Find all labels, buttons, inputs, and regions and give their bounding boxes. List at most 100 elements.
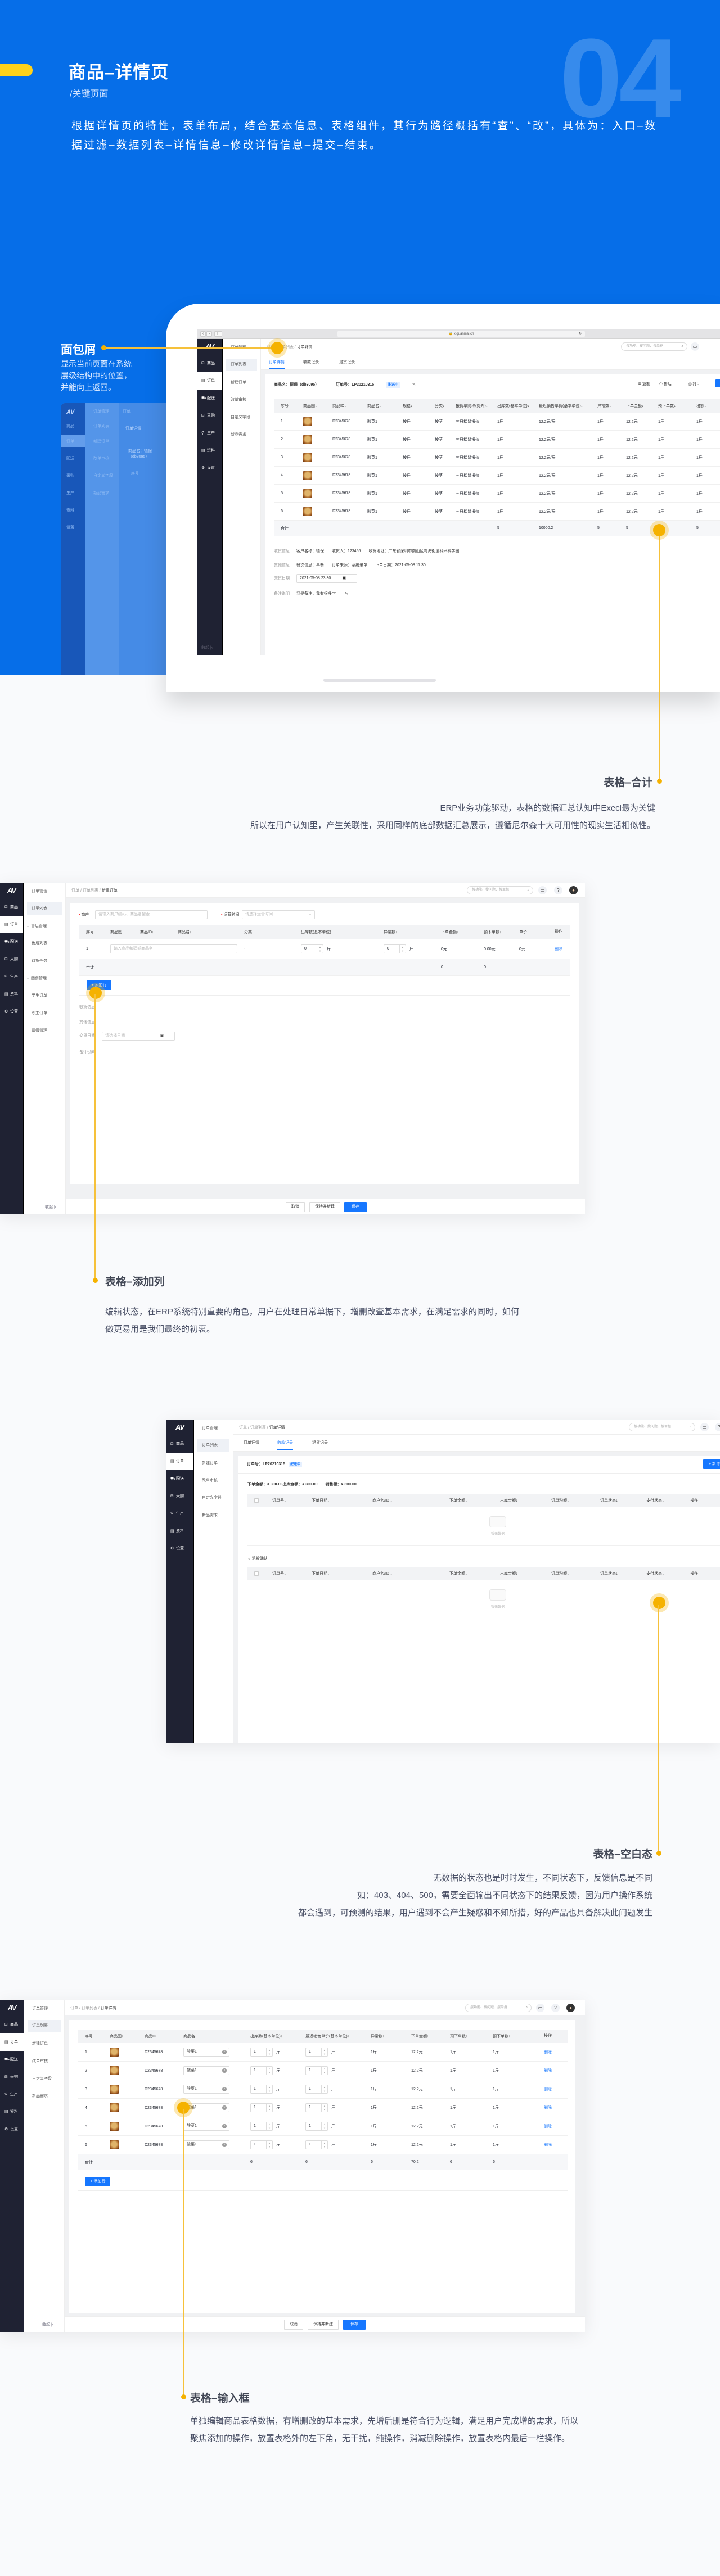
subnav-item[interactable]: 新品需求 bbox=[194, 1507, 233, 1524]
quantity-stepper[interactable]: 1 ▲ ▼ 斤 bbox=[250, 2103, 280, 2112]
avatar[interactable]: ● bbox=[566, 2004, 575, 2012]
tab-order-detail[interactable]: 订单详情 bbox=[269, 359, 285, 369]
stepper-arrows-icon[interactable]: ▲ ▼ bbox=[266, 2141, 272, 2149]
column-header[interactable]: 单价↓ bbox=[519, 929, 544, 935]
column-header[interactable]: 下单日期↓ bbox=[312, 1571, 372, 1576]
column-header[interactable]: 操作 bbox=[544, 925, 577, 939]
stepper-arrows-icon[interactable]: ▲ ▼ bbox=[266, 2085, 272, 2093]
quantity-stepper[interactable]: 1 ▲ ▼ 斤 bbox=[305, 2140, 335, 2149]
nav-item-5[interactable]: ▤ 资料 bbox=[0, 2103, 24, 2121]
breadcrumb-link[interactable]: 订单列表 bbox=[250, 1426, 266, 1430]
subnav-item[interactable]: 新品需求 bbox=[24, 2087, 64, 2105]
clear-icon[interactable]: × bbox=[222, 2087, 227, 2091]
quantity-stepper[interactable]: 1 ▲ ▼ 斤 bbox=[305, 2085, 335, 2094]
quantity-stepper[interactable]: 1 ▲ ▼ 斤 bbox=[250, 2048, 280, 2057]
subnav-item[interactable]: 售后列表 bbox=[24, 935, 65, 952]
column-header[interactable]: 商品图↓ bbox=[303, 403, 332, 409]
help-icon[interactable]: ? bbox=[551, 2004, 560, 2012]
product-name-input[interactable]: 酸菜1 × bbox=[183, 2066, 230, 2075]
clear-icon[interactable]: × bbox=[222, 2143, 227, 2147]
column-header[interactable]: 下单金额↓ bbox=[449, 1498, 500, 1503]
message-icon[interactable]: ▭ bbox=[691, 342, 699, 351]
column-header[interactable]: 订单号↓ bbox=[272, 1498, 312, 1503]
column-header[interactable]: 下单金额↓ bbox=[441, 929, 484, 935]
tab-payment-records[interactable]: 收款记录 bbox=[303, 359, 319, 365]
subnav-item[interactable]: 改单审核 bbox=[194, 1472, 233, 1489]
save-and-new-button[interactable]: 保持并新建 bbox=[308, 2320, 339, 2330]
nav-item-4[interactable]: ⚲ 生产 bbox=[0, 2086, 24, 2103]
quantity-stepper[interactable]: 1 ▲ ▼ 斤 bbox=[305, 2103, 335, 2112]
column-header[interactable]: 商品ID↓ bbox=[140, 929, 178, 935]
quantity-stepper[interactable]: 0 ▲ ▼ 斤 bbox=[384, 944, 413, 953]
breadcrumb-link[interactable]: 订单 bbox=[70, 2006, 78, 2010]
nav-item-2[interactable]: ⛟配送 bbox=[0, 2051, 24, 2068]
column-header[interactable]: 订单状态↓ bbox=[600, 1498, 646, 1503]
select-all-checkbox[interactable] bbox=[254, 1571, 259, 1576]
column-header[interactable]: 订单号↓ bbox=[272, 1571, 312, 1576]
column-header[interactable]: 预下单数↓ bbox=[658, 403, 696, 409]
nav-item-2[interactable]: ⛟配送 bbox=[0, 933, 23, 951]
column-header[interactable]: 操作 bbox=[530, 2030, 575, 2043]
column-header[interactable]: 报价单简称(对外)↓ bbox=[456, 403, 497, 409]
product-name-input[interactable]: 酸菜1 × bbox=[183, 2103, 230, 2112]
subnav-item[interactable]: 订单列表 bbox=[27, 902, 62, 915]
nav-item-0[interactable]: ⊡ 商品 bbox=[166, 1435, 194, 1453]
forward-icon[interactable]: › bbox=[206, 331, 212, 337]
tab-order-detail[interactable]: 订单详情 bbox=[244, 1440, 259, 1445]
aftersale-button[interactable]: ◠ 售后 bbox=[659, 382, 672, 386]
quantity-stepper[interactable]: 1 ▲ ▼ 斤 bbox=[250, 2085, 280, 2094]
subnav-item[interactable]: 改单审核 bbox=[24, 2053, 64, 2070]
nav-item-0[interactable]: ⊡ 商品 bbox=[0, 898, 23, 916]
copy-button[interactable]: ⧉ 复制 bbox=[638, 382, 650, 386]
column-header[interactable]: 商品名↓ bbox=[178, 929, 244, 935]
column-header[interactable]: 商品名↓ bbox=[183, 2033, 250, 2039]
nav-item-2[interactable]: ⛟配送 bbox=[197, 390, 222, 407]
column-header[interactable]: 下单金额↓ bbox=[626, 403, 658, 409]
breadcrumb-link[interactable]: 订单 bbox=[239, 1426, 247, 1430]
print-button[interactable]: ⎙ 打印 bbox=[688, 382, 701, 386]
column-header[interactable]: 序号 bbox=[86, 929, 110, 935]
column-header[interactable]: 规格↓ bbox=[403, 403, 435, 409]
help-icon[interactable]: ? bbox=[554, 886, 562, 894]
nav-item-6[interactable]: ⚙ 设置 bbox=[197, 459, 222, 477]
search-input[interactable]: 搜功能、搜问题、搜单据 ⌕ bbox=[467, 886, 533, 894]
subnav-item[interactable]: 订单列表 bbox=[197, 1439, 230, 1452]
column-header[interactable]: 最近销售单价(基本单位)↓ bbox=[305, 2033, 371, 2039]
select-all-checkbox[interactable] bbox=[254, 1498, 259, 1503]
back-icon[interactable]: ‹ bbox=[200, 331, 206, 337]
subnav-item[interactable]: 新建订单 bbox=[24, 2035, 64, 2053]
address-bar[interactable]: 🔒 x.guanmai.cn ↻ bbox=[338, 331, 585, 337]
nav-item-6[interactable]: ⚙ 设置 bbox=[166, 1540, 194, 1557]
column-header[interactable]: 预下单数↓ bbox=[450, 2033, 493, 2039]
column-header[interactable]: 出库数(基本单位)↓ bbox=[301, 929, 384, 935]
message-icon[interactable]: ▭ bbox=[536, 2004, 544, 2012]
message-icon[interactable]: ▭ bbox=[538, 886, 547, 894]
subnav-item[interactable]: 学生订单 bbox=[24, 987, 65, 1005]
delete-link[interactable]: 删除 bbox=[544, 2142, 552, 2148]
column-header[interactable]: 出库金额↓ bbox=[500, 1498, 551, 1503]
nav-item-3[interactable]: ⊟ 采购 bbox=[0, 2068, 24, 2086]
column-header[interactable]: 订单税额↓ bbox=[551, 1498, 600, 1503]
subnav-item[interactable]: 新品需求 bbox=[223, 426, 260, 444]
stepper-arrows-icon[interactable]: ▲ ▼ bbox=[399, 944, 406, 953]
subnav-item[interactable]: 订单列表 bbox=[28, 2020, 61, 2032]
subnav-item[interactable]: 自定义字段 bbox=[24, 2070, 64, 2087]
column-header[interactable]: 异常数↓ bbox=[384, 929, 441, 935]
column-header[interactable]: 出库金额↓ bbox=[500, 1571, 551, 1576]
column-header[interactable]: 下单日期↓ bbox=[312, 1498, 372, 1503]
product-search-input[interactable]: 输入商品编码或商品名 bbox=[110, 944, 237, 953]
stepper-arrows-icon[interactable]: ▲ ▼ bbox=[317, 944, 323, 953]
stepper-arrows-icon[interactable]: ▲ ▼ bbox=[266, 2104, 272, 2112]
delete-link[interactable]: 删除 bbox=[544, 2068, 552, 2073]
nav-item-4[interactable]: ⚲ 生产 bbox=[197, 424, 222, 442]
breadcrumb-link[interactable]: 订单 bbox=[71, 889, 79, 893]
column-header[interactable]: 税额↓ bbox=[696, 403, 720, 409]
subnav-item[interactable]: 订单列表 bbox=[226, 359, 257, 371]
quantity-stepper[interactable]: 1 ▲ ▼ 斤 bbox=[250, 2122, 280, 2131]
column-header[interactable]: 商品ID↓ bbox=[332, 403, 367, 409]
collapse-button[interactable]: 收起 |‹ bbox=[201, 645, 213, 650]
reload-icon[interactable]: ↻ bbox=[579, 331, 582, 337]
column-header[interactable]: 出库数(基本单位)↓ bbox=[250, 2033, 305, 2039]
add-record-button[interactable]: + 新增 bbox=[703, 1459, 720, 1469]
delete-link[interactable]: 删除 bbox=[544, 2105, 552, 2110]
